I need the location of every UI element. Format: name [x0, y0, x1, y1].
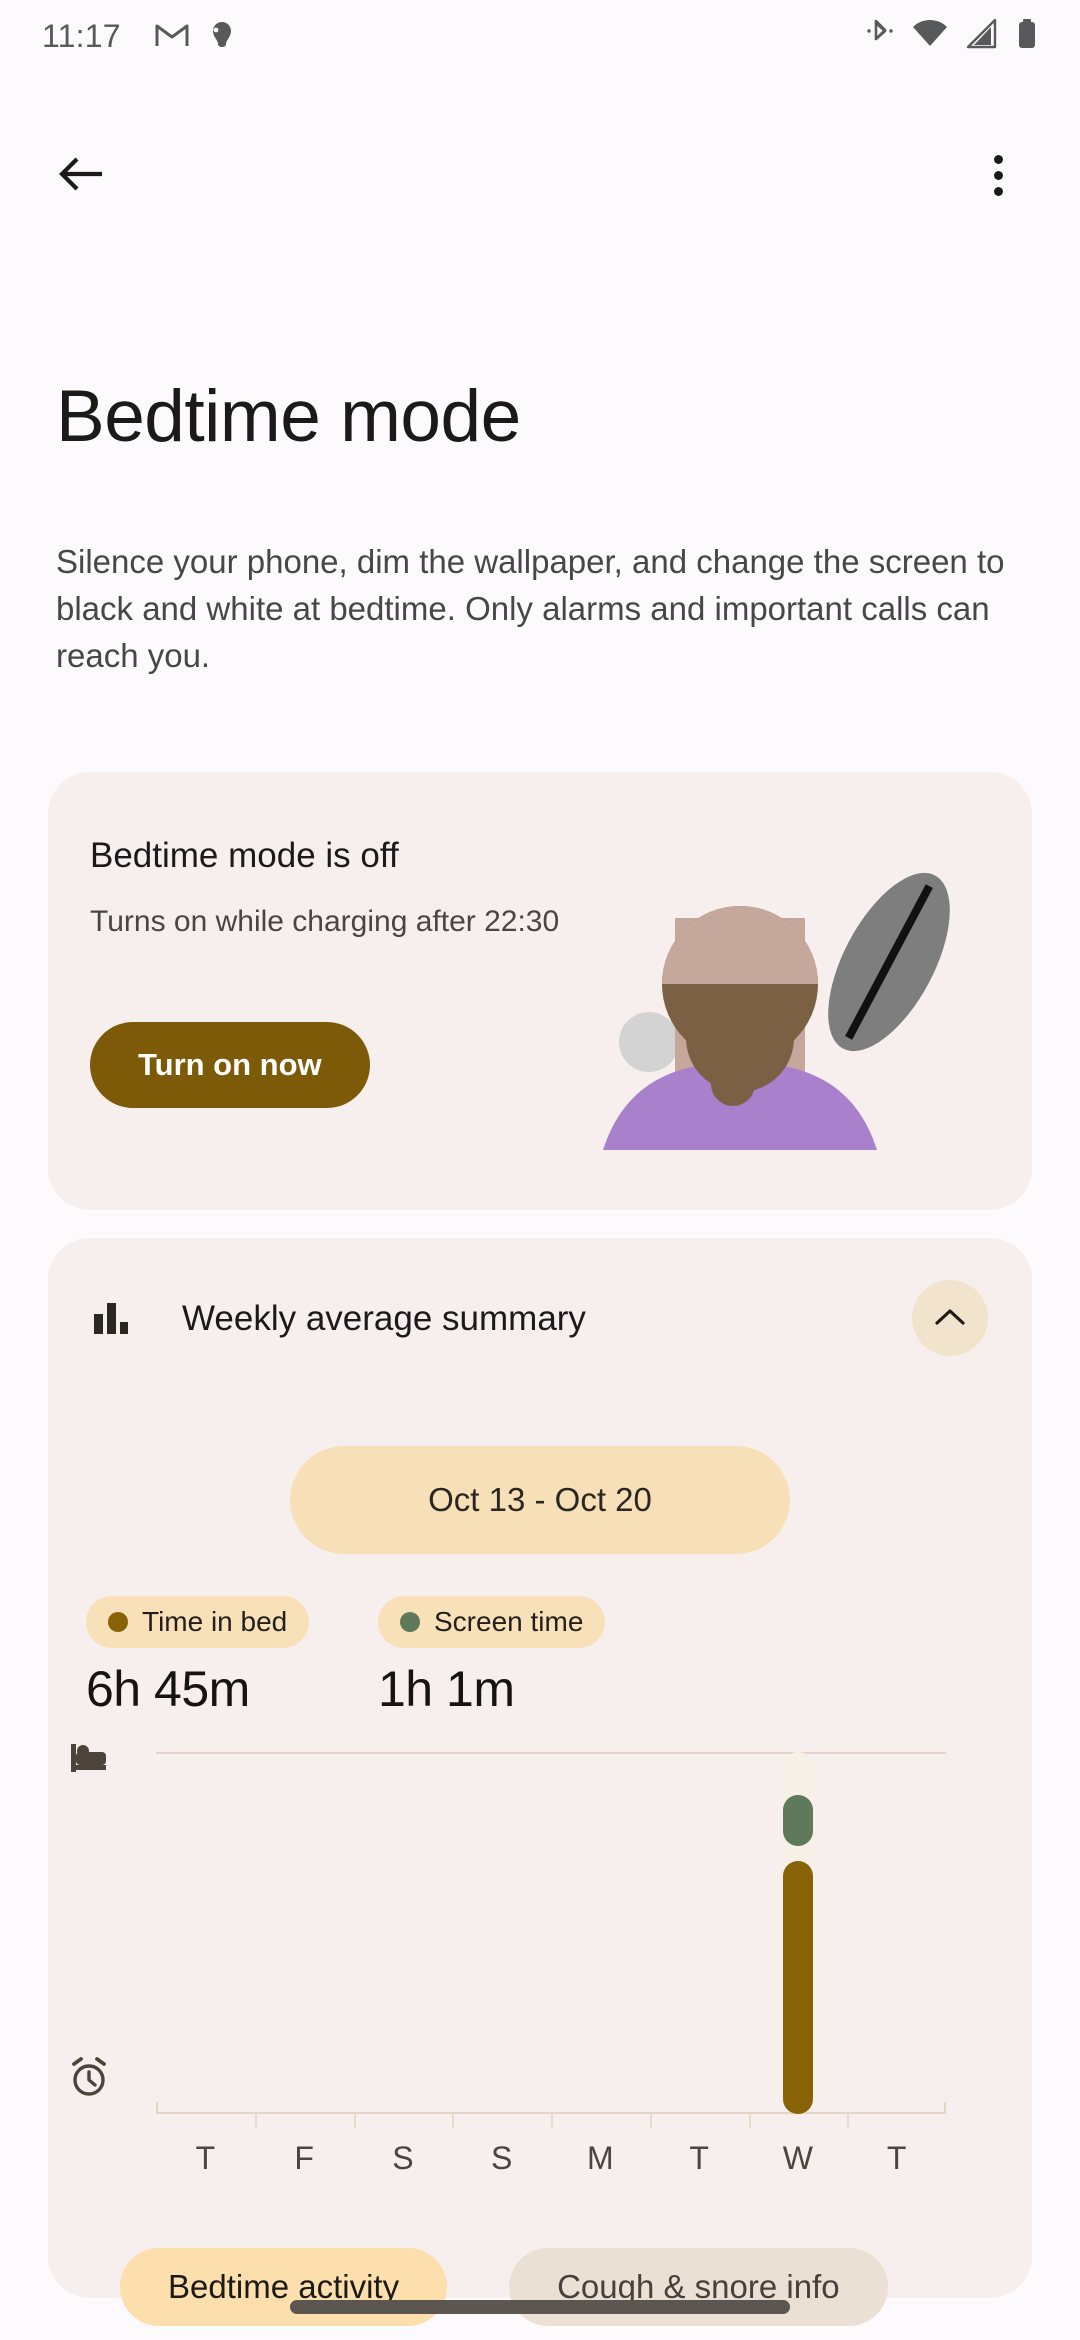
back-button[interactable] — [40, 133, 124, 217]
status-bar-clock: 11:17 — [42, 17, 121, 54]
person-in-bed-illustration — [593, 850, 993, 1170]
chart-x-label: S — [392, 2140, 414, 2176]
bedtime-status-subtitle: Turns on while charging after 22:30 — [90, 905, 560, 938]
legend-label-screen-time: Screen time — [434, 1606, 584, 1637]
turn-on-now-button[interactable]: Turn on now — [90, 1022, 370, 1108]
chart-tick — [649, 2114, 652, 2128]
chart-bar-segment — [782, 1795, 813, 1847]
chart-x-label: S — [490, 2140, 513, 2176]
bar-chart-icon — [90, 1298, 132, 1340]
legend-dot-screen-time — [400, 1612, 420, 1632]
alarm-clock-icon — [66, 2054, 112, 2100]
chart-bar[interactable] — [782, 1752, 813, 2114]
more-vertical-icon — [993, 154, 1003, 196]
summary-collapse-button[interactable] — [912, 1280, 988, 1356]
app-notification-icon — [207, 19, 237, 54]
metric-value-screen-time: 1h 1m — [378, 1661, 515, 1717]
back-arrow-icon — [59, 155, 105, 196]
chart-tick — [551, 2114, 553, 2128]
bedtime-status-title: Bedtime mode is off — [90, 836, 399, 875]
status-bar-system-icons — [866, 18, 1038, 55]
bluetooth-icon — [866, 18, 894, 55]
bottom-tab-chips: Bedtime activity Cough & snore info — [0, 2248, 1080, 2326]
chart-tick — [847, 2114, 850, 2128]
chart-tick — [254, 2114, 257, 2128]
chart-x-label: T — [886, 2140, 907, 2176]
bedtime-activity-chart: TFSSMTWT — [48, 1736, 1032, 2176]
bed-icon — [66, 1736, 112, 1782]
metric-time-in-bed: Time in bed 6h 45m — [86, 1596, 310, 1718]
tab-bedtime-activity[interactable]: Bedtime activity — [120, 2248, 448, 2326]
chart-x-label: W — [782, 2140, 813, 2176]
cellular-signal-icon — [966, 18, 998, 54]
gmail-icon — [155, 20, 189, 53]
status-bar-notification-icons — [155, 19, 237, 54]
chart-axis-cap-right — [944, 2102, 946, 2114]
chart-tick — [452, 2114, 455, 2128]
legend-chip-time-in-bed: Time in bed — [86, 1596, 310, 1648]
bedtime-mode-screen: 11:17 Bedtime mode Silence your phone, d… — [0, 0, 1080, 2340]
summary-header-label: Weekly average summary — [182, 1299, 586, 1338]
chart-axis-cap-left — [156, 2102, 158, 2114]
chevron-up-icon — [934, 1307, 966, 1330]
chart-x-label: T — [689, 2140, 709, 2176]
app-bar — [0, 120, 1080, 230]
legend-dot-time-in-bed — [108, 1612, 128, 1632]
overflow-menu-button[interactable] — [956, 133, 1040, 217]
home-gesture-indicator[interactable] — [290, 2300, 790, 2314]
date-range-chip[interactable]: Oct 13 - Oct 20 — [290, 1446, 790, 1554]
chart-x-label: F — [294, 2140, 314, 2176]
chart-x-label: T — [195, 2140, 216, 2176]
chart-tick — [353, 2114, 356, 2128]
chart-tick — [748, 2114, 751, 2128]
metric-screen-time: Screen time 1h 1m — [378, 1596, 606, 1718]
weekly-average-summary-card: Weekly average summary Oct 13 - Oct 20 T… — [48, 1238, 1032, 2298]
page-title: Bedtime mode — [56, 376, 521, 457]
summary-header: Weekly average summary — [90, 1276, 990, 1362]
page-description: Silence your phone, dim the wallpaper, a… — [56, 543, 1005, 674]
chart-bar-segment — [782, 1860, 813, 2114]
chart-plot-area — [156, 1752, 946, 2128]
chart-x-label: M — [587, 2140, 614, 2176]
wifi-icon — [912, 19, 948, 54]
legend-chip-screen-time: Screen time — [378, 1596, 606, 1648]
metric-value-time-in-bed: 6h 45m — [86, 1661, 250, 1717]
status-bar: 11:17 — [0, 0, 1080, 72]
bedtime-status-card: Bedtime mode is off Turns on while charg… — [48, 772, 1032, 1210]
tab-cough-snore-info[interactable]: Cough & snore info — [509, 2248, 888, 2326]
chart-x-axis-labels: TFSSMTWT — [156, 2140, 946, 2186]
battery-icon — [1016, 18, 1038, 55]
legend-label-time-in-bed: Time in bed — [142, 1606, 288, 1637]
chart-axis-top — [156, 1752, 946, 1754]
